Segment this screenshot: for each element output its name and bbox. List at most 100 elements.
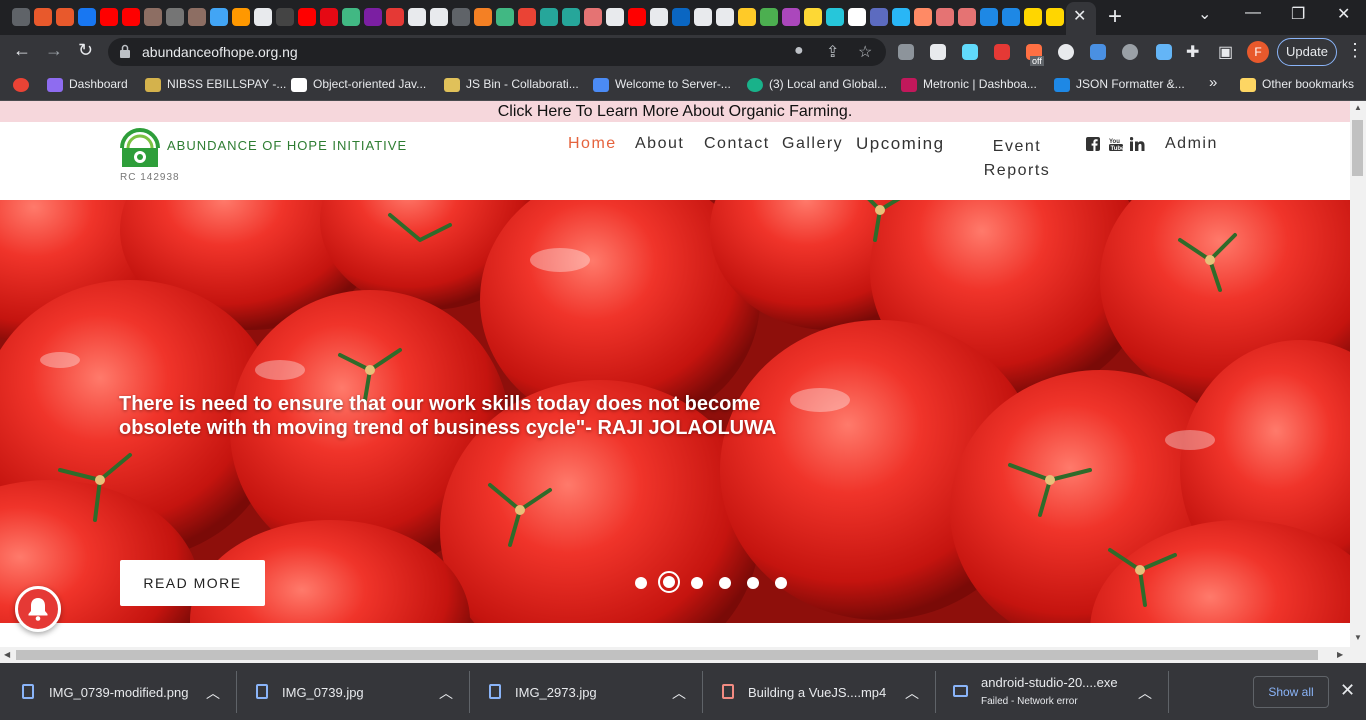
nav-about[interactable]: About [635, 135, 684, 153]
forward-icon[interactable]: → [45, 40, 63, 61]
bookmark-star-icon[interactable]: ☆ [858, 42, 872, 62]
browser-menu-icon[interactable]: ⋮ [1346, 40, 1364, 61]
carousel-dot[interactable] [719, 577, 731, 589]
nav-gallery[interactable]: Gallery [782, 135, 843, 153]
chevron-up-icon[interactable]: ︿ [905, 683, 919, 703]
back-icon[interactable]: ← [13, 40, 31, 61]
scroll-right-arrow[interactable]: ▶ [1337, 650, 1343, 659]
chevron-up-icon[interactable]: ︿ [206, 683, 220, 703]
side-panel-icon[interactable]: ▣ [1218, 42, 1233, 62]
tab-favicon[interactable] [870, 8, 888, 26]
tab-favicon[interactable] [320, 8, 338, 26]
download-item[interactable]: IMG_0739.jpg ︿ [236, 663, 469, 720]
window-close-icon[interactable]: ✕ [1337, 4, 1350, 24]
bookmark-json-formatter[interactable]: JSON Formatter &... [1054, 77, 1185, 92]
extension-icon[interactable] [1090, 44, 1106, 60]
bookmarks-overflow-button[interactable]: » [1209, 74, 1217, 91]
bookmark-server[interactable]: Welcome to Server-... [593, 77, 731, 92]
close-shelf-icon[interactable]: ✕ [1340, 680, 1355, 701]
tab-favicon[interactable] [496, 8, 514, 26]
tab-favicon[interactable] [716, 8, 734, 26]
download-item[interactable]: IMG_0739-modified.png ︿ [0, 663, 236, 720]
tab-favicon[interactable] [518, 8, 536, 26]
nav-home[interactable]: Home [568, 135, 617, 153]
tab-favicon[interactable] [188, 8, 206, 26]
apps-icon[interactable] [13, 77, 35, 92]
tab-favicon[interactable] [958, 8, 976, 26]
nav-event-reports[interactable]: Event Reports [976, 135, 1058, 183]
chevron-up-icon[interactable]: ︿ [672, 683, 686, 703]
tab-favicon[interactable] [1002, 8, 1020, 26]
show-all-button[interactable]: Show all [1253, 676, 1329, 708]
carousel-dot-active[interactable] [658, 571, 680, 593]
minimize-icon[interactable]: — [1245, 4, 1261, 22]
tab-favicon[interactable] [584, 8, 602, 26]
extension-icon[interactable] [1058, 44, 1074, 60]
carousel-dot[interactable] [635, 577, 647, 589]
extension-icon[interactable] [994, 44, 1010, 60]
download-item[interactable]: Building a VueJS....mp4 ︿ [702, 663, 935, 720]
read-more-button[interactable]: READ MORE [120, 560, 265, 606]
new-tab-button[interactable]: + [1108, 3, 1122, 31]
tab-favicon[interactable] [848, 8, 866, 26]
url-text[interactable]: abundanceofhope.org.ng [142, 44, 298, 60]
notification-bell-icon[interactable] [15, 586, 61, 632]
bookmark-metronic[interactable]: Metronic | Dashboa... [901, 77, 1037, 92]
tab-favicon[interactable] [408, 8, 426, 26]
tab-favicon[interactable] [892, 8, 910, 26]
vertical-scrollbar[interactable] [1350, 101, 1366, 647]
tab-favicon[interactable] [1024, 8, 1042, 26]
tab-favicon[interactable] [782, 8, 800, 26]
tab-favicon[interactable] [738, 8, 756, 26]
tab-favicon[interactable] [122, 8, 140, 26]
brand-name[interactable]: ABUNDANCE OF HOPE INITIATIVE [167, 138, 407, 153]
tab-favicon[interactable] [804, 8, 822, 26]
bookmark-jsbin[interactable]: JS Bin - Collaborati... [444, 77, 579, 92]
tab-favicon[interactable] [650, 8, 668, 26]
extension-icon[interactable] [930, 44, 946, 60]
tab-favicon[interactable] [936, 8, 954, 26]
tab-favicon[interactable] [210, 8, 228, 26]
chevron-up-icon[interactable]: ︿ [439, 683, 453, 703]
tab-favicon[interactable] [276, 8, 294, 26]
facebook-icon[interactable] [1086, 137, 1100, 151]
extension-icon[interactable] [1122, 44, 1138, 60]
tab-favicon[interactable] [430, 8, 448, 26]
lock-icon[interactable] [120, 44, 130, 58]
tab-favicon[interactable] [12, 8, 30, 26]
share-icon[interactable]: ⇪ [826, 42, 839, 62]
scroll-up-arrow[interactable]: ▲ [1354, 103, 1362, 112]
tab-favicon[interactable] [34, 8, 52, 26]
tab-favicon[interactable] [298, 8, 316, 26]
vue-devtools-icon[interactable] [898, 44, 914, 60]
scroll-down-arrow[interactable]: ▼ [1354, 633, 1362, 642]
tab-favicon[interactable] [606, 8, 624, 26]
close-tab-icon[interactable]: ✕ [1073, 6, 1086, 26]
eyedropper-icon[interactable] [1156, 44, 1172, 60]
tab-favicon[interactable] [254, 8, 272, 26]
download-item[interactable]: IMG_2973.jpg ︿ [469, 663, 702, 720]
bookmark-oop-java[interactable]: Object-oriented Jav... [291, 77, 426, 92]
tab-favicon[interactable] [826, 8, 844, 26]
tab-favicon[interactable] [760, 8, 778, 26]
tab-favicon[interactable] [364, 8, 382, 26]
tab-favicon[interactable] [1046, 8, 1064, 26]
promo-banner[interactable]: Click Here To Learn More About Organic F… [0, 101, 1350, 122]
tab-favicon[interactable] [100, 8, 118, 26]
tab-favicon[interactable] [914, 8, 932, 26]
carousel-dot[interactable] [691, 577, 703, 589]
tab-favicon[interactable] [628, 8, 646, 26]
google-lens-icon[interactable]: ● [794, 42, 804, 60]
tab-favicon[interactable] [540, 8, 558, 26]
tab-favicon[interactable] [474, 8, 492, 26]
other-bookmarks[interactable]: Other bookmarks [1240, 77, 1354, 92]
logo-icon[interactable] [119, 126, 161, 170]
tab-favicon[interactable] [562, 8, 580, 26]
carousel-dot[interactable] [747, 577, 759, 589]
profile-avatar[interactable]: F [1247, 41, 1269, 63]
bookmark-nibss[interactable]: NIBSS EBILLSPAY -... [145, 77, 286, 92]
tab-favicon[interactable] [980, 8, 998, 26]
vertical-scrollbar-thumb[interactable] [1352, 120, 1363, 176]
bookmark-dashboard[interactable]: Dashboard [47, 77, 128, 92]
tab-favicon[interactable] [452, 8, 470, 26]
